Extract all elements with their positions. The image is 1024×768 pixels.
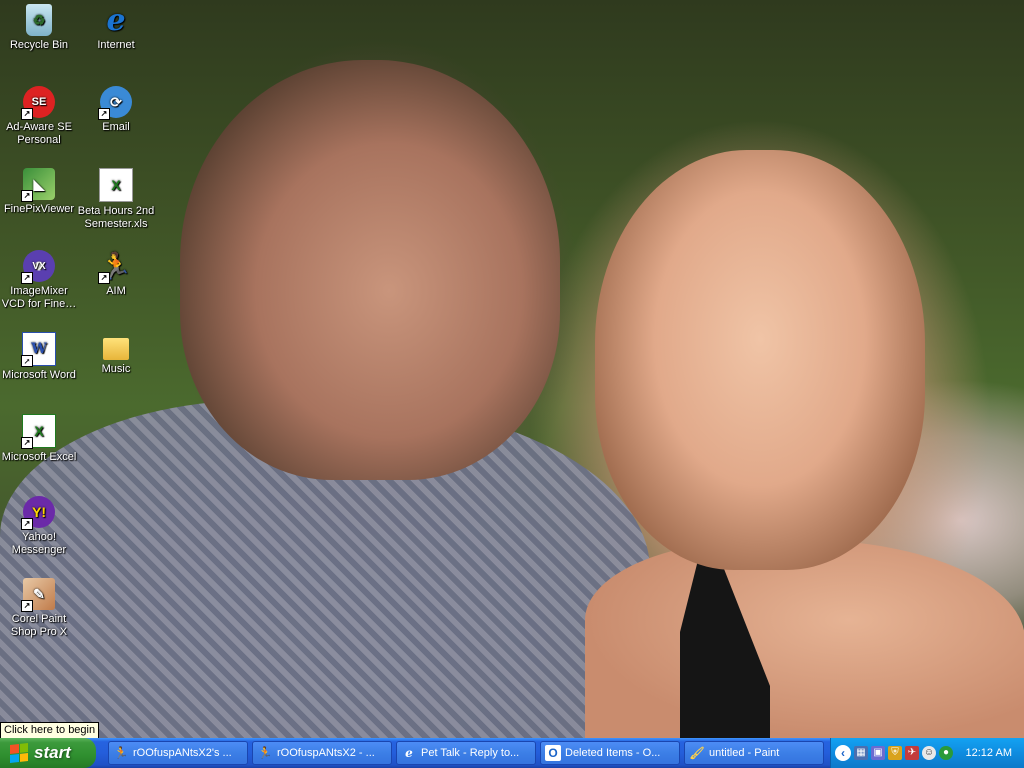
desktop-icon-label: Recycle Bin [9,39,69,51]
corel-paint-shop-icon: ✎ ↗ [21,578,55,612]
folder-icon [103,338,129,360]
email-icon: ⟳ ↗ [98,86,132,120]
desktop-icon-label: Email [102,121,130,133]
taskbar-button-pet-talk[interactable]: e Pet Talk - Reply to... [396,741,536,765]
desktop-icon-corel[interactable]: ✎ ↗ Corel Paint Shop Pro X [0,578,78,639]
desktop-icon-label: Internet [97,39,135,51]
word-icon: W ↗ [21,332,56,367]
desktop-icon-label: Music [101,363,131,375]
aim-running-man-icon: 🏃 [257,746,273,760]
desktop-icon-finepix[interactable]: ◣ ↗ FinePixViewer [0,168,78,216]
system-tray: ‹ ▦ ▣ ⛨ ✈ ☺ ● 12:12 AM [830,738,1024,768]
wallpaper-photo-woman [595,150,925,570]
wallpaper-photo-man [180,60,560,480]
outlook-icon: O [545,745,561,761]
task-label: rOOfuspANtsX2's ... [133,747,232,759]
imagemixer-cd-icon: VX ↗ [21,250,55,284]
network-icon[interactable]: ▦ [854,746,868,760]
desktop-icon-ad-aware[interactable]: SE ↗ Ad-Aware SE Personal [0,86,78,147]
desktop-icon-label: FinePixViewer [3,203,75,215]
task-label: untitled - Paint [709,747,780,759]
chevron-left-icon[interactable]: ‹ [835,745,851,761]
task-label: rOOfuspANtsX2 - ... [277,747,375,759]
desktop-icon-word[interactable]: W ↗ Microsoft Word [0,332,78,382]
internet-explorer-icon: e [106,2,126,38]
finepix-viewer-icon: ◣ ↗ [21,168,55,202]
windows-flag-icon [10,743,28,763]
desktop-icon-imagemixer[interactable]: VX ↗ ImageMixer VCD for Fine… [0,250,78,311]
desktop-icon-label: AIM [106,285,126,297]
desktop-icon-music[interactable]: Music [77,332,155,376]
desktop-icon-aim[interactable]: 🏃 ↗ AIM [77,250,155,298]
internet-explorer-icon: e [405,746,413,760]
wallpaper-photo-shoulder [585,540,1024,738]
taskbar-button-aim-chat-1[interactable]: 🏃 rOOfuspANtsX2's ... [108,741,248,765]
start-tooltip: Click here to begin [0,722,100,739]
taskbar: start 🏃 rOOfuspANtsX2's ... 🏃 rOOfuspANt… [0,738,1024,768]
display-icon[interactable]: ▣ [871,746,885,760]
taskbar-button-paint[interactable]: 🖌 untitled - Paint [684,741,824,765]
recycle-bin-icon: ♻ [26,4,52,36]
desktop[interactable]: ♻ Recycle Bin SE ↗ Ad-Aware SE Personal ◣… [0,0,1024,738]
messenger-tray-icon[interactable]: ● [939,746,953,760]
desktop-icon-internet[interactable]: e Internet [77,4,155,52]
aim-running-man-icon: 🏃 ↗ [98,250,133,284]
excel-icon: X ↗ [21,414,56,449]
clock[interactable]: 12:12 AM [966,747,1012,759]
paint-icon: 🖌 [689,746,705,760]
desktop-icon-label: Ad-Aware SE Personal [6,121,72,146]
desktop-icon-label: Corel Paint Shop Pro X [10,613,68,638]
aim-running-man-icon: 🏃 [113,746,129,760]
security-icon[interactable]: ⛨ [888,746,902,760]
desktop-icon-recycle-bin[interactable]: ♻ Recycle Bin [0,4,78,52]
taskbar-button-deleted-items[interactable]: O Deleted Items - O... [540,741,680,765]
task-label: Deleted Items - O... [565,747,661,759]
desktop-icon-email[interactable]: ⟳ ↗ Email [77,86,155,134]
desktop-icon-label: Yahoo! Messenger [11,531,67,556]
start-label: start [34,743,71,762]
desktop-icon-label: Beta Hours 2nd Semester.xls [77,205,155,230]
desktop-icon-label: Microsoft Word [2,369,76,381]
start-button[interactable]: start [0,738,96,768]
desktop-icon-label: ImageMixer VCD for Fine… [1,285,77,310]
satellite-icon[interactable]: ✈ [905,746,919,760]
ad-aware-icon: SE ↗ [21,86,55,120]
task-label: Pet Talk - Reply to... [421,747,520,759]
desktop-icon-label: Microsoft Excel [1,451,77,463]
desktop-icon-excel[interactable]: X ↗ Microsoft Excel [0,414,78,464]
yahoo-tray-icon[interactable]: ☺ [922,746,936,760]
desktop-icon-beta-hours-xls[interactable]: X Beta Hours 2nd Semester.xls [77,168,155,231]
excel-file-icon: X [99,168,133,202]
taskbar-button-aim-chat-2[interactable]: 🏃 rOOfuspANtsX2 - ... [252,741,392,765]
yahoo-messenger-icon: Y! ↗ [21,496,55,530]
desktop-icon-yahoo-messenger[interactable]: Y! ↗ Yahoo! Messenger [0,496,78,557]
